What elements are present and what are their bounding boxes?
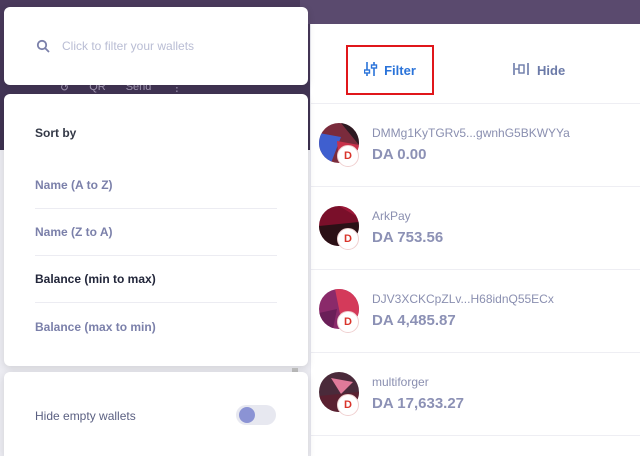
wallet-item[interactable]: D ArkPay DA 753.56 (311, 187, 640, 270)
sort-option-name-desc[interactable]: Name (Z to A) (35, 209, 277, 256)
hide-icon (513, 62, 529, 79)
network-badge: D (337, 228, 359, 250)
wallet-balance: DA 753.56 (372, 229, 444, 246)
wallet-balance: DA 4,485.87 (372, 312, 456, 329)
wallet-name: DJV3XCKCpZLv...H68idnQ55ECx (372, 292, 554, 306)
wallet-name: DMMg1KyTGRv5...gwnhG5BKWYYa (372, 126, 570, 140)
wallets-panel: Filter Hide D DMMg1KyTGRv5...gwnhG5BKWYY… (310, 24, 640, 456)
hide-empty-toggle[interactable] (236, 405, 276, 425)
wallet-balance: DA 17,633.27 (372, 395, 465, 412)
wallet-item[interactable]: D multiforger DA 17,633.27 (311, 353, 640, 436)
sort-option-name-asc[interactable]: Name (A to Z) (35, 162, 277, 209)
network-badge: D (337, 145, 359, 167)
filter-button[interactable]: Filter (346, 45, 434, 95)
filter-icon (363, 61, 378, 80)
wallet-item[interactable]: D DMMg1KyTGRv5...gwnhG5BKWYYa DA 0.00 (311, 104, 640, 187)
search-input[interactable] (62, 35, 282, 57)
hide-empty-wallets-panel: Hide empty wallets (4, 372, 308, 456)
wallet-name: ArkPay (372, 209, 411, 223)
wallet-list: D DMMg1KyTGRv5...gwnhG5BKWYYa DA 0.00 D … (311, 104, 640, 436)
sort-options: Name (A to Z) Name (Z to A) Balance (min… (35, 162, 277, 350)
hide-empty-label: Hide empty wallets (35, 409, 136, 423)
network-badge: D (337, 311, 359, 333)
sort-menu: Sort by Name (A to Z) Name (Z to A) Bala… (4, 94, 308, 366)
wallet-balance: DA 0.00 (372, 146, 427, 163)
search-icon (36, 39, 50, 53)
wallet-search-box (4, 7, 308, 85)
wallet-item[interactable]: D DJV3XCKCpZLv...H68idnQ55ECx DA 4,485.8… (311, 270, 640, 353)
wallet-name: multiforger (372, 375, 429, 389)
network-badge: D (337, 394, 359, 416)
sort-title: Sort by (35, 126, 77, 140)
wallets-toolbar: Filter Hide (311, 24, 640, 104)
sort-option-balance-asc[interactable]: Balance (min to max) (35, 256, 277, 303)
header-stripe (300, 0, 640, 24)
hide-button[interactable]: Hide (513, 60, 565, 80)
hide-label: Hide (537, 62, 566, 78)
filter-label: Filter (384, 62, 416, 78)
sort-option-balance-desc[interactable]: Balance (max to min) (35, 303, 277, 350)
toggle-knob (239, 407, 255, 423)
